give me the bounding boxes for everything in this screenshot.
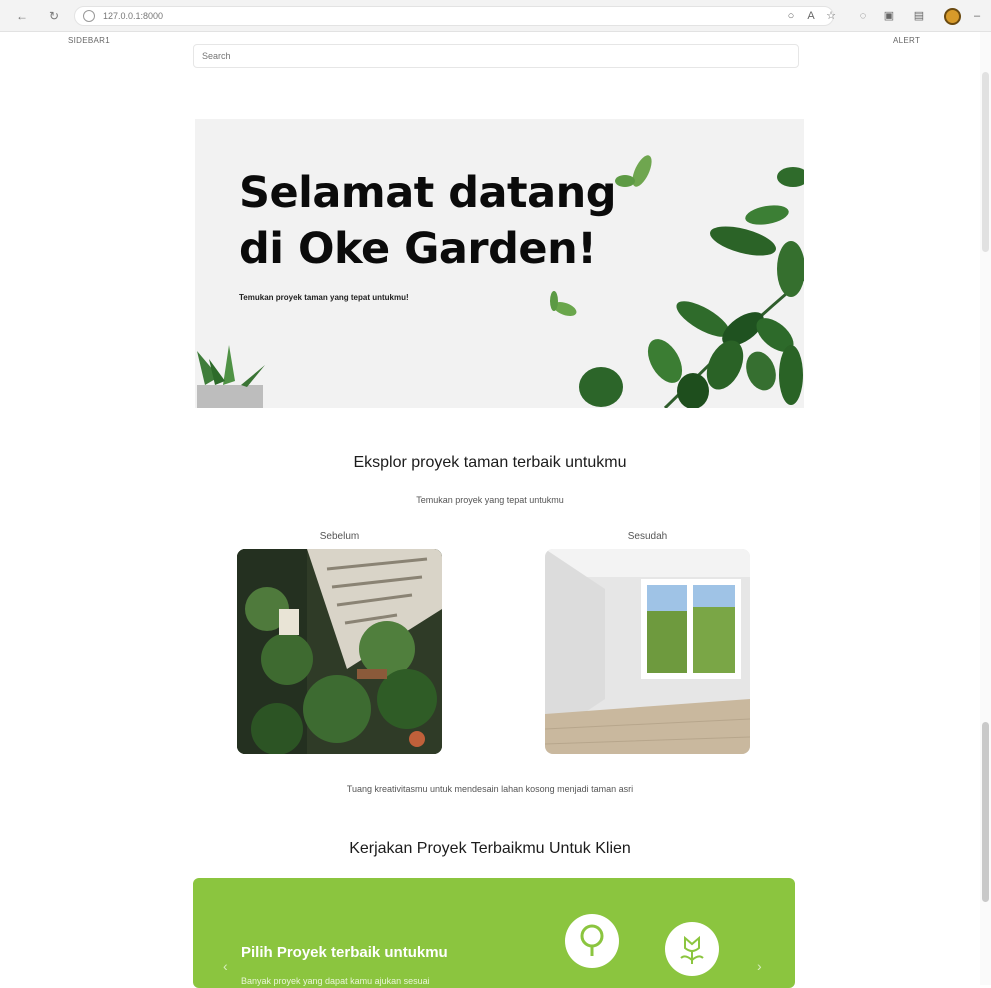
collections-icon[interactable]: ▣ [882,9,896,23]
hero-title: Selamat datang di Oke Garden! [239,168,617,274]
back-icon[interactable]: ← [14,8,30,24]
tree-icon [565,914,619,968]
work-title: Kerjakan Proyek Terbaikmu Untuk Klien [349,840,631,857]
url-text: 127.0.0.1:8000 [103,11,164,21]
card-title: Pilih Proyek terbaik untukmu [241,944,448,961]
search-input[interactable] [193,44,799,68]
flower-icon [665,922,719,976]
after-label: Sesudah [627,531,668,542]
more-icon[interactable]: – [970,9,984,23]
hero-banner: Selamat datang di Oke Garden! Temukan pr… [195,119,804,408]
before-label: Sebelum [319,531,360,542]
scrollbar-thumb[interactable] [982,722,989,902]
before-photo [237,549,442,754]
project-card: ‹ › Pilih Proyek terbaik untukmu Banyak … [193,878,795,988]
alert-link[interactable]: ALERT [893,36,920,45]
browser-toolbar: ← ↻ 127.0.0.1:8000 ○ A ☆ ◌ ▣ ▤ – [0,0,991,32]
sidebar-link[interactable]: SIDEBAR1 [68,36,110,45]
reload-icon[interactable]: ↻ [46,8,62,24]
address-bar[interactable]: 127.0.0.1:8000 [74,6,834,26]
explore-title: Eksplor proyek taman terbaik untukmu [353,454,627,471]
profile-avatar[interactable] [944,8,961,25]
after-photo [545,549,750,754]
hero-subtitle: Temukan proyek taman yang tepat untukmu! [239,293,409,302]
explore-caption: Tuang kreativitasmu untuk mendesain laha… [346,784,634,794]
page: SIDEBAR1 ALERT Search Selamat datang di … [0,32,980,988]
refresh-icon[interactable]: ◌ [856,9,870,23]
translate-icon[interactable]: A [804,9,818,23]
info-icon[interactable] [83,10,95,22]
before-garden-image [237,549,442,754]
page-scrollbar[interactable] [980,32,991,985]
explore-subtitle: Temukan proyek yang tepat untukmu [416,495,564,505]
scrollbar-thumb-upper[interactable] [982,72,989,252]
favorite-icon[interactable]: ☆ [824,9,838,23]
after-room-image [545,549,750,754]
tabs-icon[interactable]: ▤ [912,9,926,23]
chevron-right-icon[interactable]: › [757,958,762,974]
chevron-left-icon[interactable]: ‹ [223,958,228,974]
extension-icon[interactable]: ○ [784,9,798,23]
